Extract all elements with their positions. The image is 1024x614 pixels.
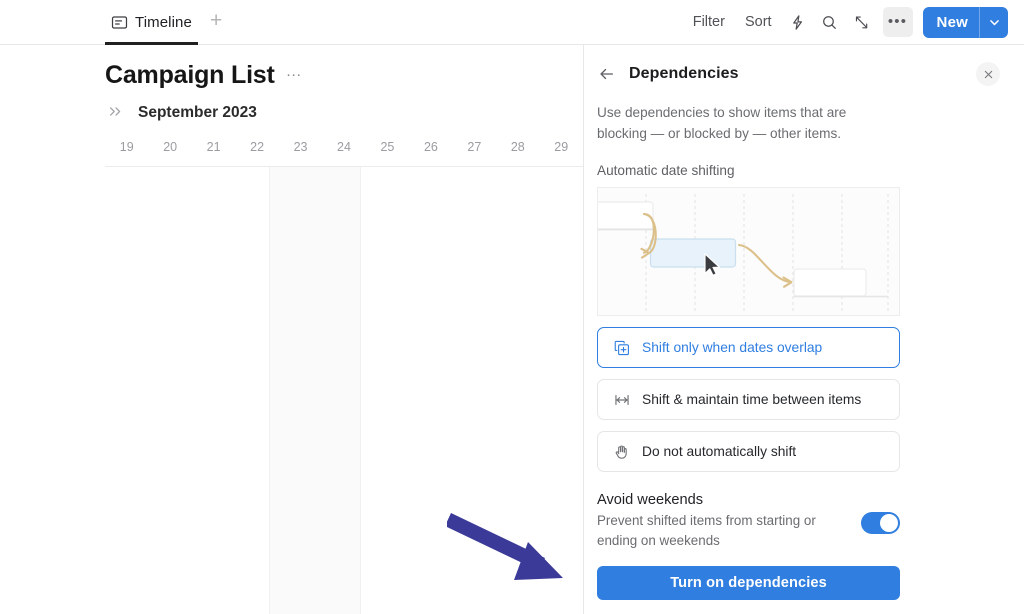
month-label: September 2023 xyxy=(138,104,257,121)
close-icon[interactable] xyxy=(976,62,1000,86)
avoid-weekends-setting: Avoid weekends Prevent shifted items fro… xyxy=(597,492,900,551)
add-tab-button[interactable]: + xyxy=(206,10,226,34)
turn-on-dependencies-button[interactable]: Turn on dependencies xyxy=(597,566,900,600)
day-cell: 19 xyxy=(119,140,134,154)
toolbar: Filter Sort ••• New xyxy=(684,0,1024,45)
board-header: Campaign List … xyxy=(0,45,583,90)
sort-button[interactable]: Sort xyxy=(736,8,781,36)
new-button[interactable]: New xyxy=(922,6,1008,38)
option-shift-only-when-dates-overlap[interactable]: Shift only when dates overlap xyxy=(597,327,900,369)
ellipsis-glyph: ••• xyxy=(887,13,908,30)
dependencies-panel: Dependencies Use dependencies to show it… xyxy=(585,45,1024,614)
panel-header: Dependencies xyxy=(597,59,1000,89)
day-cell: 21 xyxy=(206,140,221,154)
month-header: September 2023 xyxy=(0,90,583,122)
expand-icon[interactable] xyxy=(847,7,877,37)
back-arrow-icon[interactable] xyxy=(597,64,617,84)
panel-description: Use dependencies to show items that are … xyxy=(597,105,847,141)
option-label: Shift & maintain time between items xyxy=(642,392,862,408)
option-label: Shift only when dates overlap xyxy=(642,340,823,356)
automatic-date-shifting-illustration xyxy=(597,187,900,317)
avoid-weekends-title: Avoid weekends xyxy=(597,492,704,509)
chevron-down-icon[interactable] xyxy=(979,6,1008,38)
timeline-grid[interactable] xyxy=(105,166,583,614)
toggle-knob xyxy=(880,514,898,533)
weekend-shading xyxy=(269,167,361,614)
new-button-label: New xyxy=(936,13,968,31)
day-cell: 29 xyxy=(554,140,569,154)
filter-button[interactable]: Filter xyxy=(684,8,734,36)
day-cell: 23 xyxy=(293,140,308,154)
day-cell: 20 xyxy=(163,140,178,154)
view-tabs: Timeline + xyxy=(0,0,226,45)
option-label: Do not automatically shift xyxy=(642,444,797,460)
day-cell: 28 xyxy=(510,140,525,154)
app-window: Timeline + Filter Sort ••• New Campaign … xyxy=(0,0,1024,614)
day-cell: 22 xyxy=(250,140,265,154)
spacing-between-icon xyxy=(613,391,630,408)
option-do-not-automatically-shift[interactable]: Do not automatically shift xyxy=(597,431,900,473)
double-chevron-right-icon[interactable] xyxy=(108,105,127,122)
copy-plus-icon xyxy=(613,339,630,356)
page-title: Campaign List xyxy=(105,61,275,89)
automation-bolt-icon[interactable] xyxy=(783,7,813,37)
more-options-icon[interactable]: ••• xyxy=(882,7,913,37)
panel-title: Dependencies xyxy=(629,65,739,82)
tab-timeline-label: Timeline xyxy=(135,13,192,31)
board-menu-icon[interactable]: … xyxy=(286,63,304,82)
day-cell: 26 xyxy=(423,140,438,154)
avoid-weekends-texts: Avoid weekends Prevent shifted items fro… xyxy=(597,492,861,551)
timeline-panel: Campaign List … September 2023 19 20 21 … xyxy=(0,45,584,614)
option-shift-and-maintain-time-between-items[interactable]: Shift & maintain time between items xyxy=(597,379,900,421)
timeline-board-icon xyxy=(111,14,128,31)
avoid-weekends-subtitle: Prevent shifted items from starting or e… xyxy=(597,513,816,549)
day-cell: 27 xyxy=(467,140,482,154)
avoid-weekends-toggle[interactable] xyxy=(861,512,900,535)
automatic-date-shifting-label: Automatic date shifting xyxy=(597,163,735,179)
top-bar: Timeline + Filter Sort ••• New xyxy=(0,0,1024,45)
stop-hand-icon xyxy=(613,443,630,460)
tab-timeline[interactable]: Timeline xyxy=(105,0,198,45)
day-ruler: 19 20 21 22 23 24 25 26 27 28 29 xyxy=(105,140,583,166)
day-cell: 25 xyxy=(380,140,395,154)
day-cell: 24 xyxy=(337,140,351,154)
search-icon[interactable] xyxy=(815,7,845,37)
